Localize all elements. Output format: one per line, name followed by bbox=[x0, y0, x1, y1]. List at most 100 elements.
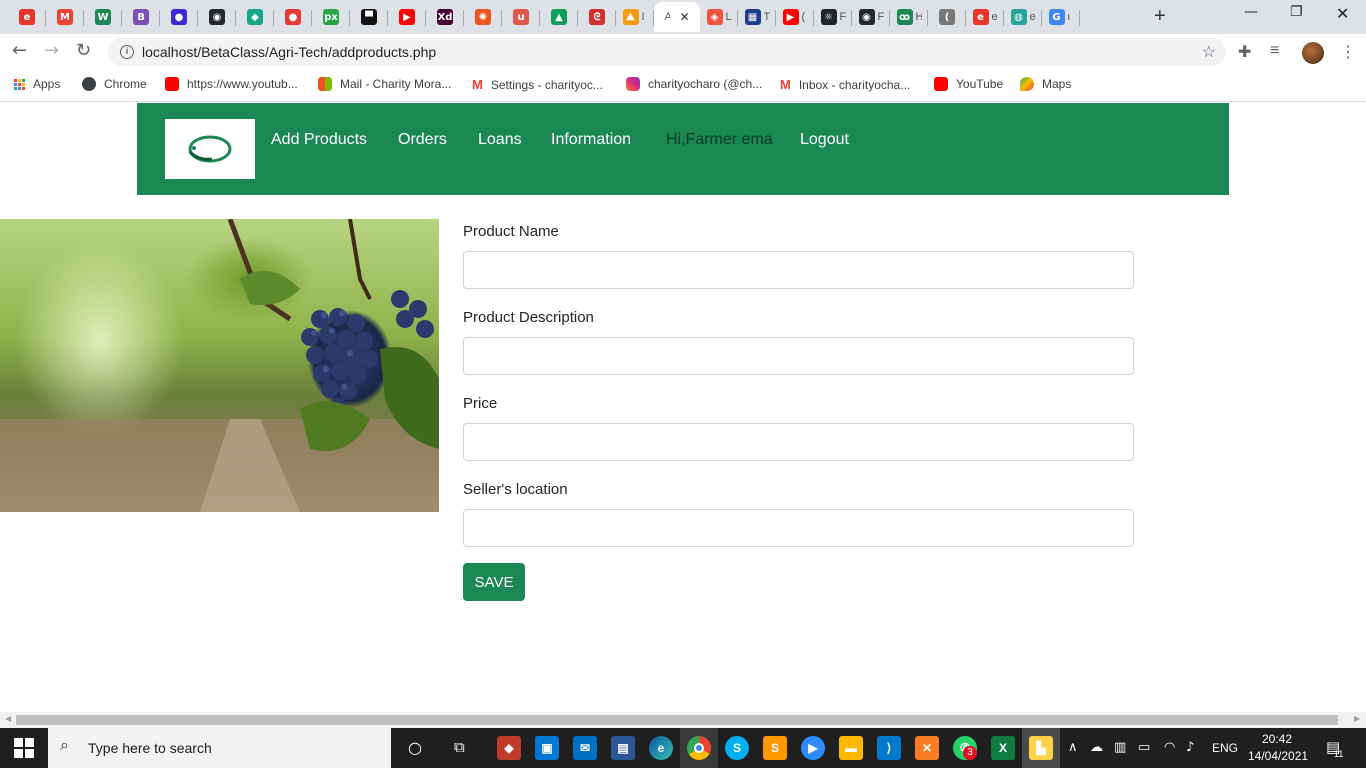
browser-tab[interactable]: ▶ bbox=[388, 2, 426, 32]
new-tab-button[interactable]: + bbox=[1154, 6, 1166, 26]
bookmark-chrome[interactable]: Chrome bbox=[82, 77, 147, 91]
close-tab-icon[interactable]: ✕ bbox=[679, 10, 689, 24]
browser-tab[interactable]: ✺ bbox=[464, 2, 502, 32]
scrollbar-thumb[interactable] bbox=[16, 715, 1338, 725]
scroll-right-icon[interactable]: ▶ bbox=[1354, 714, 1360, 723]
product-name-input[interactable] bbox=[463, 251, 1134, 289]
bookmark-youtube[interactable]: YouTube bbox=[934, 77, 1003, 91]
excel-icon[interactable]: X bbox=[991, 736, 1015, 760]
bookmark-youtube-url[interactable]: https://www.youtub... bbox=[165, 77, 298, 91]
forward-icon[interactable]: → bbox=[44, 41, 59, 61]
taskbar-search[interactable]: ⌕ Type here to search bbox=[48, 728, 391, 768]
sublime-icon[interactable]: S bbox=[763, 736, 787, 760]
mail-icon[interactable]: ✉ bbox=[573, 736, 597, 760]
address-bar[interactable]: i localhost/BetaClass/Agri-Tech/addprodu… bbox=[108, 38, 1226, 66]
extensions-icon[interactable]: ✚ bbox=[1238, 42, 1251, 62]
browser-tab[interactable]: ( bbox=[928, 2, 966, 32]
bookmark-maps[interactable]: Maps bbox=[1020, 77, 1071, 91]
browser-tab[interactable]: ▦ T bbox=[738, 2, 776, 32]
clock-time[interactable]: 20:42 bbox=[1262, 732, 1292, 746]
minimize-icon[interactable]: — bbox=[1244, 4, 1258, 20]
nav-orders[interactable]: Orders bbox=[398, 131, 447, 149]
nav-add-products[interactable]: Add Products bbox=[271, 131, 367, 149]
youtube-icon: ▶ bbox=[782, 9, 799, 25]
cortana-icon[interactable]: ○ bbox=[408, 738, 422, 757]
bookmark-label: Settings - charityoc... bbox=[490, 77, 603, 92]
browser-tab[interactable]: ⚛ F bbox=[814, 2, 852, 32]
browser-tab[interactable]: e bbox=[8, 2, 46, 32]
browser-tab[interactable]: ◆ bbox=[236, 2, 274, 32]
windows-start-icon[interactable] bbox=[14, 738, 34, 758]
bookmark-inbox[interactable]: M Inbox - charityocha... bbox=[780, 77, 910, 92]
browser-tab[interactable]: ▶( bbox=[776, 2, 814, 32]
profile-avatar[interactable] bbox=[1302, 42, 1324, 64]
sticky-file-icon[interactable]: ▙ bbox=[1029, 736, 1053, 760]
task-view-icon[interactable]: ⧉ bbox=[454, 738, 465, 756]
tab-title: F bbox=[839, 11, 846, 23]
close-window-icon[interactable]: ✕ bbox=[1336, 4, 1349, 23]
menu-kebab-icon[interactable]: ⋮ bbox=[1340, 42, 1356, 62]
language-indicator[interactable]: ENG bbox=[1212, 741, 1238, 755]
store-icon[interactable]: ▣ bbox=[535, 736, 559, 760]
onedrive-icon[interactable]: ☁ bbox=[1090, 740, 1103, 755]
browser-tab[interactable]: M bbox=[46, 2, 84, 32]
zoom-icon[interactable]: ▶ bbox=[801, 736, 825, 760]
wifi-icon[interactable]: ◠ bbox=[1164, 740, 1175, 755]
reload-icon[interactable]: ↻ bbox=[76, 41, 91, 61]
browser-tab[interactable]: ● bbox=[274, 2, 312, 32]
seller-location-input[interactable] bbox=[463, 509, 1134, 547]
tray-chevron-icon[interactable]: ∧ bbox=[1068, 740, 1078, 755]
browser-tab[interactable]: W bbox=[84, 2, 122, 32]
save-button[interactable]: SAVE bbox=[463, 563, 525, 601]
nav-loans[interactable]: Loans bbox=[478, 131, 522, 149]
info-icon[interactable]: i bbox=[120, 45, 134, 59]
battery-icon[interactable]: ▭ bbox=[1138, 740, 1150, 755]
browser-tab[interactable]: ◉ bbox=[198, 2, 236, 32]
browser-tab[interactable]: Gι bbox=[1042, 2, 1080, 32]
site-logo[interactable] bbox=[165, 119, 255, 179]
bookmark-apps[interactable]: Apps bbox=[14, 77, 60, 91]
apps-grid-icon bbox=[14, 78, 25, 90]
bookmark-star-icon[interactable]: ☆ bbox=[1202, 42, 1216, 62]
browser-tab[interactable]: ▲ bbox=[540, 2, 578, 32]
back-icon[interactable]: ← bbox=[12, 41, 27, 61]
bookmark-instagram[interactable]: charityocharo (@ch... bbox=[626, 77, 762, 91]
horizontal-scrollbar[interactable]: ◀ ▶ bbox=[0, 712, 1366, 728]
skype-icon[interactable]: S bbox=[725, 736, 749, 760]
browser-tab[interactable]: ee bbox=[966, 2, 1004, 32]
nav-information[interactable]: Information bbox=[551, 131, 631, 149]
clock-date[interactable]: 14/04/2021 bbox=[1248, 749, 1308, 763]
devices-icon[interactable]: ▥ bbox=[1114, 740, 1126, 755]
browser-tab[interactable]: ꝏH bbox=[890, 2, 928, 32]
media-control-icon[interactable]: ≡ bbox=[1270, 42, 1279, 60]
browser-tab[interactable]: ◉ F bbox=[852, 2, 890, 32]
nav-logout[interactable]: Logout bbox=[800, 131, 849, 149]
browser-tab[interactable]: A ✕ bbox=[654, 2, 700, 32]
bookmark-settings[interactable]: M Settings - charityoc... bbox=[472, 77, 603, 92]
scroll-left-icon[interactable]: ◀ bbox=[5, 714, 11, 723]
file-explorer-icon[interactable]: ▬ bbox=[839, 736, 863, 760]
xampp-icon[interactable]: ✕ bbox=[915, 736, 939, 760]
url-text[interactable]: localhost/BetaClass/Agri-Tech/addproduct… bbox=[142, 44, 436, 60]
browser-tab[interactable]: ⛰ I bbox=[616, 2, 654, 32]
browser-tab[interactable]: Xd bbox=[426, 2, 464, 32]
search-placeholder: Type here to search bbox=[88, 740, 212, 756]
browser-tab[interactable]: ▀ bbox=[350, 2, 388, 32]
price-input[interactable] bbox=[463, 423, 1134, 461]
edge-icon[interactable]: e bbox=[649, 736, 673, 760]
chrome-icon[interactable] bbox=[687, 736, 711, 760]
browser-tab[interactable]: B bbox=[122, 2, 160, 32]
vscode-icon[interactable]: ⟩ bbox=[877, 736, 901, 760]
browser-tab[interactable]: ◈ L bbox=[700, 2, 738, 32]
restore-icon[interactable]: ❐ bbox=[1290, 4, 1303, 20]
browser-tab[interactable]: px bbox=[312, 2, 350, 32]
bookmark-mail[interactable]: Mail - Charity Mora... bbox=[318, 77, 451, 91]
folder-upload-icon[interactable]: ▤ bbox=[611, 736, 635, 760]
browser-tab[interactable]: ● bbox=[160, 2, 198, 32]
git-icon[interactable]: ◆ bbox=[497, 736, 521, 760]
browser-tab[interactable]: ᘓ bbox=[578, 2, 616, 32]
browser-tab[interactable]: u bbox=[502, 2, 540, 32]
product-description-input[interactable] bbox=[463, 337, 1134, 375]
volume-icon[interactable]: ♪ bbox=[1186, 740, 1194, 755]
browser-tab[interactable]: ◍ e bbox=[1004, 2, 1042, 32]
